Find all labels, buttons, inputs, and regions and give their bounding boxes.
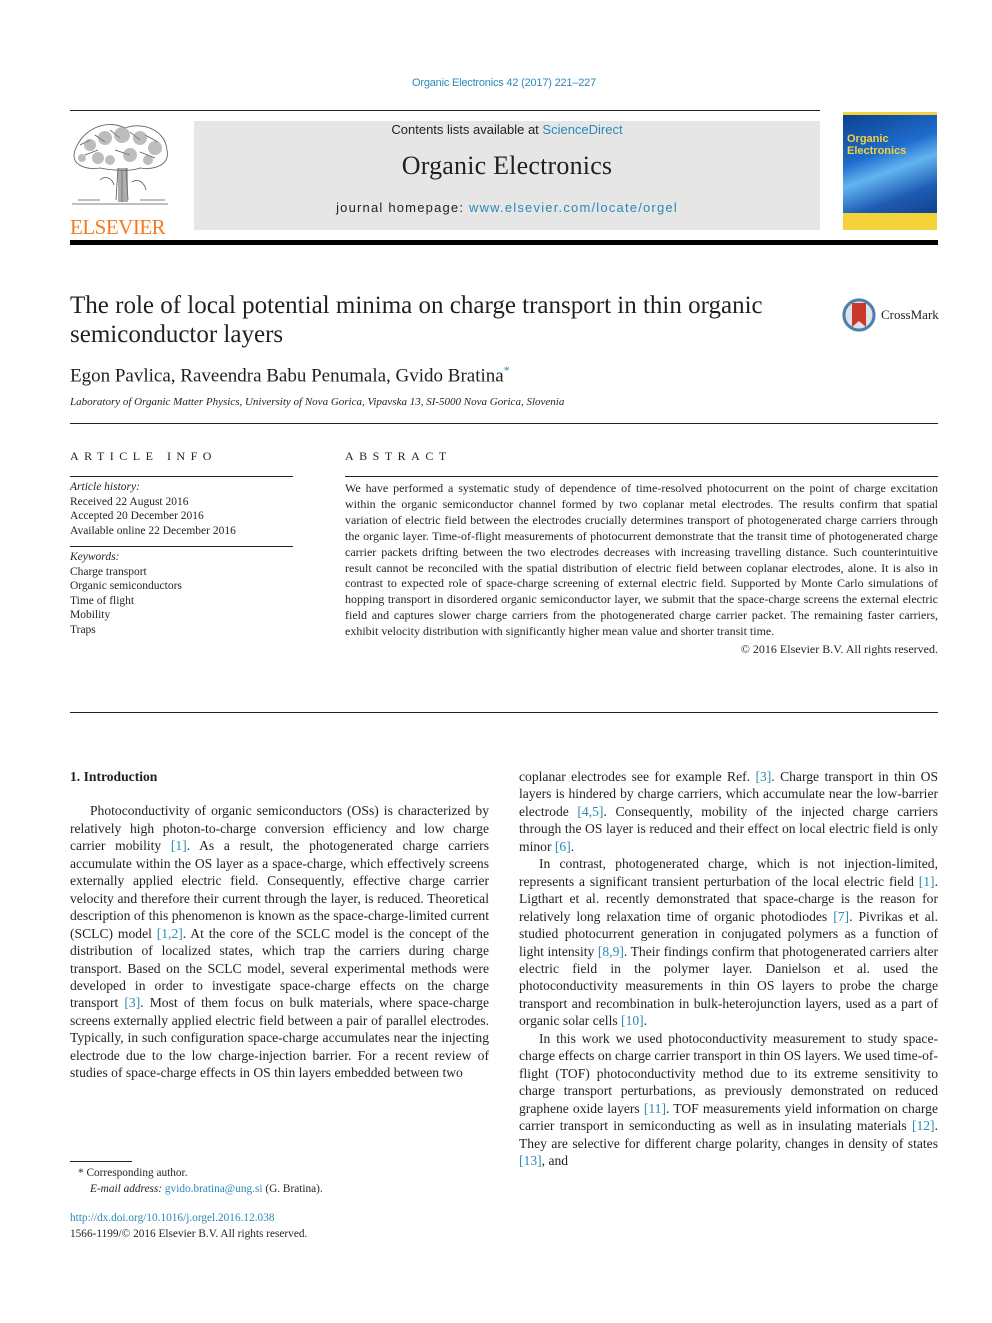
history-accepted: Accepted 20 December 2016 [70,510,204,522]
citation-link[interactable]: [13] [519,1153,542,1168]
homepage-line: journal homepage: www.elsevier.com/locat… [194,200,820,215]
body-column-left: 1. Introduction Photoconductivity of org… [70,768,489,1082]
abstract-heading: ABSTRACT [345,449,452,463]
author-list: Egon Pavlica, Raveendra Babu Penumala, G… [70,363,510,387]
article-info: ARTICLE INFO Article history: Received 2… [70,449,293,637]
affiliation: Laboratory of Organic Matter Physics, Un… [70,396,565,408]
email-suffix: (G. Bratina). [262,1182,323,1195]
email-link[interactable]: gvido.bratina@ung.si [165,1183,263,1195]
history-received: Received 22 August 2016 [70,495,189,508]
cover-title-line2: Electronics [847,145,907,157]
cover-top-bar [843,112,937,115]
body-column-right: coplanar electrodes see for example Ref.… [519,768,938,1169]
homepage-prefix: journal homepage: [336,200,469,215]
footnote-marker: * [78,1167,84,1179]
citation-link[interactable]: [1,2] [157,926,183,941]
citation-link[interactable]: [1] [171,838,187,853]
contents-prefix: Contents lists available at [391,122,543,137]
journal-cover-thumbnail[interactable]: Organic Electronics [843,112,937,230]
cover-title: Organic Electronics [847,133,906,157]
keywords-label: Keywords: [70,551,120,563]
issn-copyright: 1566-1199/© 2016 Elsevier B.V. All right… [70,1227,308,1240]
abstract: ABSTRACT We have performed a systematic … [345,449,938,657]
keyword-item: Traps [70,623,96,636]
keywords: Keywords: Charge transport Organic semic… [70,550,293,637]
paragraph: In contrast, photogenerated charge, whic… [519,856,939,1029]
journal-masthead: Contents lists available at ScienceDirec… [194,121,820,230]
contents-line: Contents lists available at ScienceDirec… [194,122,820,137]
crossmark-icon [842,298,876,332]
citation-link[interactable]: [10] [621,1013,644,1028]
keyword-item: Charge transport [70,565,147,578]
paragraph: coplanar electrodes see for example Ref.… [519,769,939,854]
citation-link[interactable]: [8,9] [598,944,624,959]
history-online: Available online 22 December 2016 [70,524,236,537]
citation-link[interactable]: [12] [912,1118,935,1133]
keyword-item: Organic semiconductors [70,580,182,592]
authors-text: Egon Pavlica, Raveendra Babu Penumala, G… [70,365,504,387]
citation-link[interactable]: [11] [644,1101,666,1116]
abstract-end-rule [70,712,938,713]
article-info-rule [70,476,293,477]
article-info-heading: ARTICLE INFO [70,449,217,463]
section-heading-introduction: 1. Introduction [70,769,158,784]
paragraph: Photoconductivity of organic semiconduct… [70,803,489,1081]
history-label: Article history: [70,481,140,493]
citation-link[interactable]: [3] [755,769,771,784]
article-title: The role of local potential minima on ch… [70,292,763,348]
crossmark-button[interactable]: CrossMark [841,296,941,334]
email-label: E-mail address: [90,1182,163,1195]
citation-link[interactable]: [7] [833,909,849,924]
citation-link[interactable]: [1] [919,874,935,889]
cover-title-line1: Organic [847,133,889,145]
footnote: * Corresponding author. E-mail address: … [78,1166,323,1197]
paragraph: In this work we used photoconductivity m… [519,1030,938,1168]
doi-block: http://dx.doi.org/10.1016/j.orgel.2016.1… [70,1211,307,1242]
journal-reference-link[interactable]: Organic Electronics 42 (2017) 221–227 [0,77,992,89]
citation-link[interactable]: [4,5] [577,804,603,819]
sciencedirect-link[interactable]: ScienceDirect [542,122,622,137]
crossmark-label: CrossMark [881,307,939,322]
article-history: Article history: Received 22 August 2016… [70,480,293,538]
affiliation-rule [70,423,938,424]
elsevier-wordmark: ELSEVIER [70,215,166,239]
corresponding-author-note: * Corresponding author. [78,1166,323,1182]
cover-bottom-bar [843,213,937,230]
abstract-copyright: © 2016 Elsevier B.V. All rights reserved… [740,642,938,657]
doi-link[interactable]: http://dx.doi.org/10.1016/j.orgel.2016.1… [70,1212,275,1224]
journal-homepage-link[interactable]: www.elsevier.com/locate/orgel [469,200,678,215]
footnote-corresponding: Corresponding author. [86,1167,188,1179]
corresponding-author-mark[interactable]: * [504,363,510,377]
footnote-rule [70,1161,132,1162]
keyword-item: Mobility [70,609,111,621]
abstract-rule [345,476,938,477]
abstract-text: We have performed a systematic study of … [345,481,938,639]
citation-link[interactable]: [3] [124,995,140,1010]
header-thick-rule [70,240,938,245]
keyword-item: Time of flight [70,594,135,607]
citation-link[interactable]: [6] [555,839,571,854]
email-line: E-mail address: gvido.bratina@ung.si (G.… [78,1182,323,1198]
elsevier-logo[interactable]: ELSEVIER [70,120,172,238]
header-rule [70,110,820,111]
elsevier-tree-icon [70,120,170,210]
journal-title: Organic Electronics [401,151,613,180]
keywords-rule [70,546,293,547]
